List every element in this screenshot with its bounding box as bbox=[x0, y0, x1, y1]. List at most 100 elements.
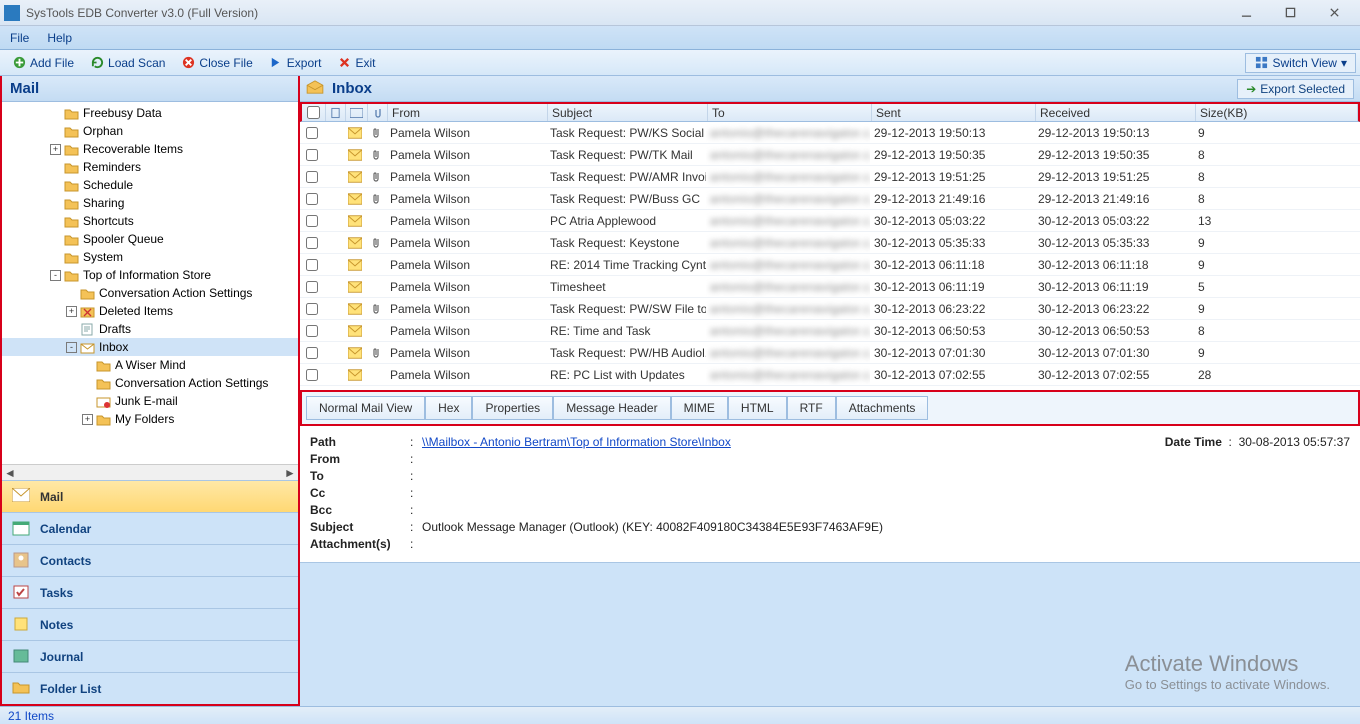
row-checkbox[interactable] bbox=[306, 127, 318, 139]
tree-item[interactable]: Shortcuts bbox=[2, 212, 298, 230]
folder-icon bbox=[64, 143, 79, 156]
nav-contacts[interactable]: Contacts bbox=[2, 544, 298, 576]
close-button[interactable] bbox=[1312, 2, 1356, 24]
row-checkbox[interactable] bbox=[306, 369, 318, 381]
label-from: From bbox=[310, 452, 410, 466]
tab-hex[interactable]: Hex bbox=[425, 396, 472, 420]
tree-horizontal-scrollbar[interactable]: ◄► bbox=[2, 464, 298, 480]
col-received[interactable]: Received bbox=[1036, 104, 1196, 121]
exit-button[interactable]: Exit bbox=[329, 54, 383, 72]
folder-icon bbox=[64, 107, 79, 120]
row-checkbox[interactable] bbox=[306, 281, 318, 293]
menu-help[interactable]: Help bbox=[47, 31, 72, 45]
tree-item-label: Orphan bbox=[83, 124, 123, 138]
maximize-button[interactable] bbox=[1268, 2, 1312, 24]
row-checkbox[interactable] bbox=[306, 325, 318, 337]
tab-html[interactable]: HTML bbox=[728, 396, 787, 420]
tab-attachments[interactable]: Attachments bbox=[836, 396, 929, 420]
switch-view-button[interactable]: Switch View▾ bbox=[1245, 53, 1356, 73]
tree-item[interactable]: Junk E-mail bbox=[2, 392, 298, 410]
tree-item[interactable]: Reminders bbox=[2, 158, 298, 176]
mail-icon bbox=[348, 259, 362, 271]
tree-item[interactable]: Schedule bbox=[2, 176, 298, 194]
tree-item[interactable]: A Wiser Mind bbox=[2, 356, 298, 374]
row-checkbox[interactable] bbox=[306, 237, 318, 249]
path-link[interactable]: \\Mailbox bbox=[422, 435, 470, 449]
message-row[interactable]: Pamela WilsonPC Atria Applewoodantonio@t… bbox=[300, 210, 1360, 232]
col-sent[interactable]: Sent bbox=[872, 104, 1036, 121]
paperclip-icon bbox=[370, 127, 382, 139]
tree-expander-icon[interactable]: + bbox=[82, 414, 93, 425]
col-checkbox[interactable] bbox=[302, 104, 326, 121]
tree-item[interactable]: Orphan bbox=[2, 122, 298, 140]
nav-mail[interactable]: Mail bbox=[2, 480, 298, 512]
nav-calendar[interactable]: Calendar bbox=[2, 512, 298, 544]
tree-item[interactable]: +Recoverable Items bbox=[2, 140, 298, 158]
cell-to: antonio@thecarenavigator.c... bbox=[706, 276, 870, 297]
message-row[interactable]: Pamela WilsonTask Request: PW/TK Mailant… bbox=[300, 144, 1360, 166]
export-selected-button[interactable]: ➔ Export Selected bbox=[1237, 79, 1354, 99]
tree-item[interactable]: +My Folders bbox=[2, 410, 298, 428]
tab-rtf[interactable]: RTF bbox=[787, 396, 836, 420]
tree-expander-icon[interactable]: + bbox=[66, 306, 77, 317]
folder-tree[interactable]: Freebusy Data Orphan +Recoverable ItemsRem… bbox=[2, 102, 298, 464]
row-checkbox[interactable] bbox=[306, 171, 318, 183]
refresh-icon bbox=[90, 56, 104, 70]
add-file-button[interactable]: Add File bbox=[4, 54, 82, 72]
tab-message-header[interactable]: Message Header bbox=[553, 396, 670, 420]
col-flag-icon[interactable] bbox=[326, 104, 346, 121]
tree-item[interactable]: Drafts bbox=[2, 320, 298, 338]
tree-item[interactable]: -Top of Information Store bbox=[2, 266, 298, 284]
tree-expander-icon[interactable]: - bbox=[50, 270, 61, 281]
tab-mime[interactable]: MIME bbox=[671, 396, 728, 420]
tree-expander-icon[interactable]: + bbox=[50, 144, 61, 155]
col-from[interactable]: From bbox=[388, 104, 548, 121]
col-to[interactable]: To bbox=[708, 104, 872, 121]
tree-item[interactable]: Conversation Action Settings bbox=[2, 374, 298, 392]
message-row[interactable]: Pamela WilsonTask Request: PW/HB Audiol.… bbox=[300, 342, 1360, 364]
tree-item[interactable]: +Deleted Items bbox=[2, 302, 298, 320]
nav-notes[interactable]: Notes bbox=[2, 608, 298, 640]
row-checkbox[interactable] bbox=[306, 303, 318, 315]
row-checkbox[interactable] bbox=[306, 215, 318, 227]
nav-journal[interactable]: Journal bbox=[2, 640, 298, 672]
minimize-button[interactable] bbox=[1224, 2, 1268, 24]
nav-folder-list[interactable]: Folder List bbox=[2, 672, 298, 704]
tree-item[interactable]: System bbox=[2, 248, 298, 266]
col-size[interactable]: Size(KB) bbox=[1196, 104, 1358, 121]
menu-file[interactable]: File bbox=[10, 31, 29, 45]
message-row[interactable]: Pamela WilsonTask Request: PW/SW File to… bbox=[300, 298, 1360, 320]
tree-item[interactable]: Conversation Action Settings bbox=[2, 284, 298, 302]
tree-item[interactable]: Spooler Queue bbox=[2, 230, 298, 248]
message-row[interactable]: Pamela WilsonRE: Time and Taskantonio@th… bbox=[300, 320, 1360, 342]
row-checkbox[interactable] bbox=[306, 149, 318, 161]
row-checkbox[interactable] bbox=[306, 347, 318, 359]
col-subject[interactable]: Subject bbox=[548, 104, 708, 121]
tree-item[interactable]: Freebusy Data bbox=[2, 104, 298, 122]
message-row[interactable]: Pamela WilsonTask Request: PW/Buss GCant… bbox=[300, 188, 1360, 210]
message-row[interactable]: Pamela WilsonTask Request: PW/KS Social … bbox=[300, 122, 1360, 144]
tree-item-label: Inbox bbox=[99, 340, 128, 354]
message-row[interactable]: Pamela WilsonTask Request: PW/AMR Invoi.… bbox=[300, 166, 1360, 188]
row-checkbox[interactable] bbox=[306, 193, 318, 205]
col-attachment-icon[interactable] bbox=[368, 104, 388, 121]
load-scan-button[interactable]: Load Scan bbox=[82, 54, 173, 72]
close-file-button[interactable]: Close File bbox=[173, 54, 260, 72]
nav-tasks[interactable]: Tasks bbox=[2, 576, 298, 608]
message-row[interactable]: Pamela WilsonRE: PC List with Updatesant… bbox=[300, 364, 1360, 386]
message-row[interactable]: Pamela WilsonTask Request: Keystoneanton… bbox=[300, 232, 1360, 254]
export-button[interactable]: Export bbox=[261, 54, 330, 72]
message-row[interactable]: Pamela WilsonRE: 2014 Time Tracking Cynt… bbox=[300, 254, 1360, 276]
tree-item[interactable]: - Inbox bbox=[2, 338, 298, 356]
tab-properties[interactable]: Properties bbox=[472, 396, 553, 420]
cell-received: 29-12-2013 21:49:16 bbox=[1034, 188, 1194, 209]
message-grid[interactable]: Pamela WilsonTask Request: PW/KS Social … bbox=[300, 122, 1360, 386]
row-checkbox[interactable] bbox=[306, 259, 318, 271]
contacts-icon bbox=[12, 552, 30, 570]
tab-normal-mail-view[interactable]: Normal Mail View bbox=[306, 396, 425, 420]
message-row[interactable]: Pamela WilsonTimesheetantonio@thecarenav… bbox=[300, 276, 1360, 298]
tree-item[interactable]: Sharing bbox=[2, 194, 298, 212]
col-mail-icon[interactable] bbox=[346, 104, 368, 121]
tree-expander-icon[interactable]: - bbox=[66, 342, 77, 353]
cell-from: Pamela Wilson bbox=[386, 144, 546, 165]
